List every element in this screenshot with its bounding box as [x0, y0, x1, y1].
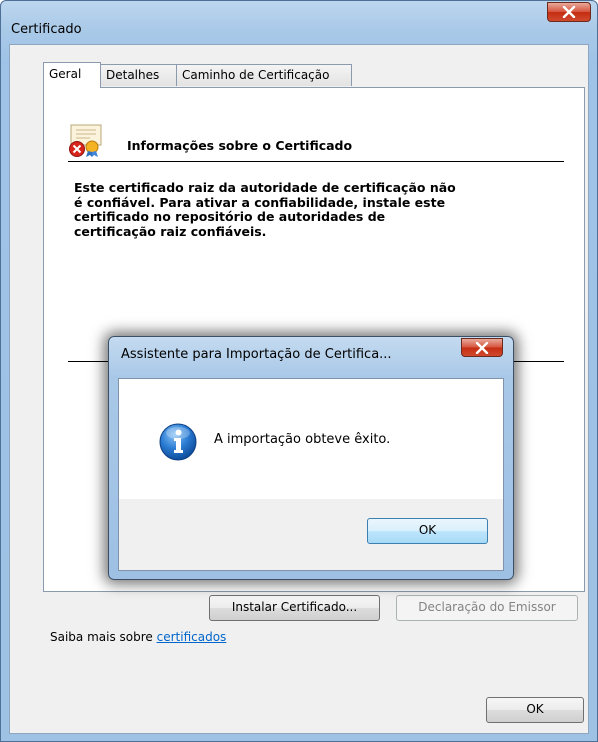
- dialog-close-button[interactable]: [461, 338, 503, 357]
- cert-body-line-4: certificação raiz confiáveis.: [74, 223, 267, 239]
- close-icon: [475, 342, 489, 354]
- heading-divider: [68, 161, 564, 162]
- window-close-button[interactable]: [547, 2, 591, 22]
- tab-caminho-certificacao[interactable]: Caminho de Certificação: [176, 64, 352, 86]
- close-icon: [562, 6, 576, 18]
- info-icon: [159, 423, 197, 461]
- certificates-link[interactable]: certificados: [157, 630, 227, 644]
- dialog-client-area: A importação obteve êxito. OK: [118, 378, 504, 571]
- ok-button[interactable]: OK: [486, 697, 584, 723]
- cert-body-line-1: Este certificado raiz da autoridade de c…: [74, 180, 456, 195]
- cert-body-line-3: certificado no repositório de autoridade…: [74, 209, 386, 224]
- window-title: Certificado: [11, 22, 82, 37]
- dialog-ok-button[interactable]: OK: [367, 518, 488, 544]
- issuer-statement-button[interactable]: Declaração do Emissor: [396, 595, 578, 621]
- dialog-title: Assistente para Importação de Certifica.…: [121, 347, 392, 362]
- learn-more-text: Saiba mais sobre certificados: [50, 630, 226, 644]
- certificate-error-icon: [69, 124, 102, 157]
- dialog-message: A importação obteve êxito.: [214, 432, 391, 447]
- tab-caminho-label: Caminho de Certificação: [182, 68, 330, 82]
- dialog-message-area: A importação obteve êxito.: [119, 379, 503, 499]
- tab-geral-label: Geral: [49, 67, 82, 81]
- cert-body-line-2: é confiável. Para ativar a confiabilidad…: [74, 194, 446, 210]
- learn-more-prefix: Saiba mais sobre: [50, 630, 157, 644]
- cert-info-heading: Informações sobre o Certificado: [127, 138, 353, 153]
- tab-detalhes-label: Detalhes: [106, 68, 160, 82]
- tab-detalhes[interactable]: Detalhes: [100, 64, 177, 86]
- cert-trust-message: Este certificado raiz da autoridade de c…: [74, 180, 534, 239]
- tab-geral[interactable]: Geral: [43, 62, 101, 88]
- install-certificate-button[interactable]: Instalar Certificado...: [209, 595, 380, 621]
- import-wizard-dialog: Assistente para Importação de Certifica.…: [108, 336, 514, 580]
